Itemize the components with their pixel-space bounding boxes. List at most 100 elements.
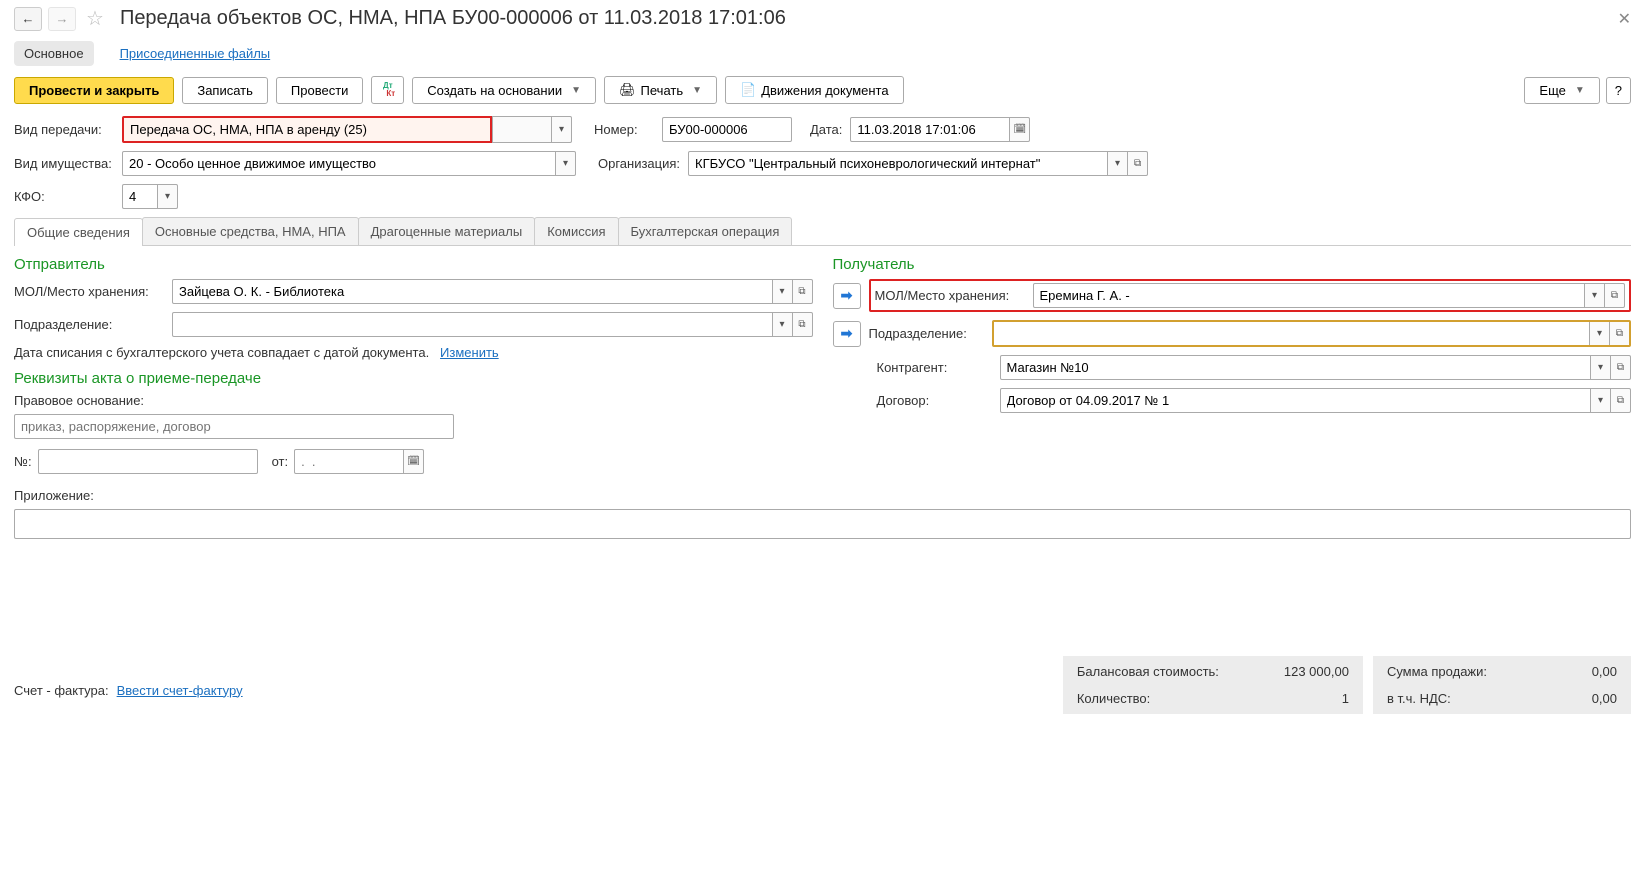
open-icon: ⧉ [1617, 362, 1624, 373]
post-button[interactable]: Провести [276, 77, 364, 104]
recipient-dep-dropdown-button[interactable]: ▾ [1589, 322, 1609, 345]
tab-fixed-assets[interactable]: Основные средства, НМА, НПА [142, 217, 359, 245]
writeoff-note: Дата списания с бухгалтерского учета сов… [14, 345, 429, 360]
org-input[interactable] [688, 151, 1108, 176]
act-no-input[interactable] [38, 449, 258, 474]
nav-back-button[interactable]: ← [14, 7, 42, 31]
recipient-title: Получатель [833, 256, 1632, 273]
printer-icon: 🖨 [619, 82, 636, 98]
transfer-type-label: Вид передачи: [14, 122, 114, 137]
contract-input[interactable] [1000, 388, 1592, 413]
chevron-down-icon: ▼ [1575, 85, 1585, 96]
post-and-close-button[interactable]: Провести и закрыть [14, 77, 174, 104]
open-icon: ⧉ [1616, 328, 1623, 339]
tab-precious-materials[interactable]: Драгоценные материалы [358, 217, 536, 245]
counterparty-open-button[interactable]: ⧉ [1611, 355, 1631, 380]
arrow-right-icon: ➡ [841, 287, 853, 304]
recipient-mol-input[interactable] [1033, 283, 1586, 308]
chevron-down-icon: ▼ [692, 85, 702, 96]
dtkt-button[interactable]: ДтКт [371, 76, 404, 104]
sender-dep-input[interactable] [172, 312, 773, 337]
calendar-icon: 🗓 [1014, 124, 1027, 135]
close-icon[interactable]: ✕ [1618, 9, 1631, 29]
tab-attached-files[interactable]: Присоединенные файлы [110, 41, 281, 66]
transfer-type-dropdown-button[interactable]: ▾ [552, 116, 572, 143]
tab-main[interactable]: Основное [14, 41, 94, 66]
sender-dep-dropdown-button[interactable]: ▾ [773, 312, 793, 337]
property-type-input[interactable] [122, 151, 556, 176]
contract-open-button[interactable]: ⧉ [1611, 388, 1631, 413]
invoice-label: Счет - фактура: [14, 683, 109, 698]
totals-right-block: Сумма продажи: 0,00 в т.ч. НДС: 0,00 [1373, 656, 1631, 714]
number-input[interactable] [662, 117, 792, 142]
legal-basis-input[interactable] [14, 414, 454, 439]
open-icon: ⧉ [1617, 395, 1624, 406]
sender-title: Отправитель [14, 256, 813, 273]
tab-commission[interactable]: Комиссия [534, 217, 618, 245]
balance-value: 123 000,00 [1249, 664, 1349, 679]
dtkt-icon: ДтКт [380, 82, 395, 98]
recipient-mol-label: МОЛ/Место хранения: [875, 288, 1025, 303]
change-writeoff-link[interactable]: Изменить [440, 345, 499, 360]
act-title: Реквизиты акта о приеме-передаче [14, 370, 813, 387]
more-button[interactable]: Еще▼ [1524, 77, 1599, 104]
counterparty-label: Контрагент: [877, 360, 992, 375]
number-label: Номер: [594, 122, 654, 137]
sender-mol-input[interactable] [172, 279, 773, 304]
enter-invoice-link[interactable]: Ввести счет-фактуру [117, 683, 243, 698]
tab-accounting-op[interactable]: Бухгалтерская операция [618, 217, 793, 245]
org-open-button[interactable]: ⧉ [1128, 151, 1148, 176]
date-picker-button[interactable]: 🗓 [1010, 117, 1030, 142]
sender-mol-open-button[interactable]: ⧉ [793, 279, 813, 304]
date-label: Дата: [810, 122, 842, 137]
recipient-mol-open-button[interactable]: ⧉ [1605, 283, 1625, 308]
kfo-dropdown-button[interactable]: ▾ [158, 184, 178, 209]
recipient-dep-label: Подразделение: [869, 326, 984, 341]
transfer-mol-arrow-button[interactable]: ➡ [833, 283, 861, 309]
attachment-label: Приложение: [14, 488, 1631, 503]
contract-dropdown-button[interactable]: ▾ [1591, 388, 1611, 413]
page-title: Передача объектов ОС, НМА, НПА БУ00-0000… [120, 7, 786, 30]
arrow-right-icon: → [56, 11, 69, 26]
vat-label: в т.ч. НДС: [1387, 691, 1487, 706]
kfo-input[interactable] [122, 184, 158, 209]
legal-basis-label: Правовое основание: [14, 393, 813, 408]
open-icon: ⧉ [1611, 290, 1618, 301]
document-movements-button[interactable]: 📄 Движения документа [725, 76, 904, 104]
property-type-dropdown-button[interactable]: ▾ [556, 151, 576, 176]
contract-label: Договор: [877, 393, 992, 408]
create-based-on-button[interactable]: Создать на основании▼ [412, 77, 596, 104]
tab-general[interactable]: Общие сведения [14, 218, 143, 246]
print-button[interactable]: 🖨 Печать▼ [604, 76, 717, 104]
calendar-icon: 🗓 [407, 456, 420, 467]
balance-label: Балансовая стоимость: [1077, 664, 1219, 679]
transfer-type-input[interactable] [122, 116, 492, 143]
arrow-right-icon: ➡ [841, 325, 853, 342]
totals-left-block: Балансовая стоимость: 123 000,00 Количес… [1063, 656, 1363, 714]
sale-sum-label: Сумма продажи: [1387, 664, 1487, 679]
recipient-mol-dropdown-button[interactable]: ▾ [1585, 283, 1605, 308]
open-icon: ⧉ [798, 286, 805, 297]
help-button[interactable]: ? [1606, 77, 1631, 104]
act-from-label: от: [272, 454, 289, 469]
act-from-date-input[interactable] [294, 449, 404, 474]
date-input[interactable] [850, 117, 1010, 142]
transfer-dep-arrow-button[interactable]: ➡ [833, 321, 861, 347]
save-button[interactable]: Записать [182, 77, 268, 104]
recipient-dep-input[interactable] [994, 322, 1590, 345]
counterparty-input[interactable] [1000, 355, 1592, 380]
act-from-date-picker-button[interactable]: 🗓 [404, 449, 424, 474]
transfer-type-extra-button[interactable] [492, 116, 552, 143]
kfo-label: КФО: [14, 189, 114, 204]
qty-value: 1 [1249, 691, 1349, 706]
arrow-left-icon: ← [22, 11, 35, 26]
attachment-input[interactable] [14, 509, 1631, 539]
document-icon: 📄 [740, 82, 756, 98]
nav-forward-button[interactable]: → [48, 7, 76, 31]
org-dropdown-button[interactable]: ▾ [1108, 151, 1128, 176]
recipient-dep-open-button[interactable]: ⧉ [1609, 322, 1629, 345]
counterparty-dropdown-button[interactable]: ▾ [1591, 355, 1611, 380]
sender-dep-open-button[interactable]: ⧉ [793, 312, 813, 337]
sender-mol-dropdown-button[interactable]: ▾ [773, 279, 793, 304]
favorite-star-icon[interactable]: ☆ [86, 6, 104, 31]
